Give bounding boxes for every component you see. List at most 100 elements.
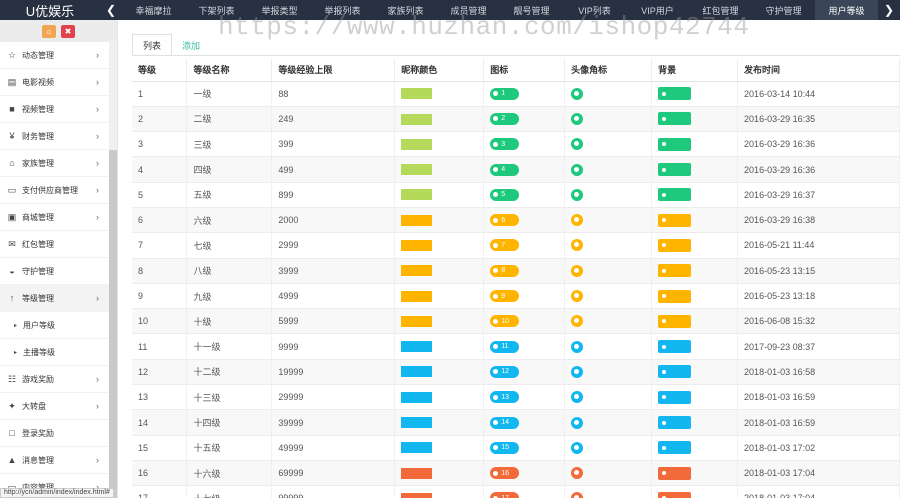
table-row[interactable]: 10 十级 5999 10 2016-06-08 15:32 (132, 308, 900, 335)
tab-add[interactable]: 添加 (172, 34, 210, 56)
sidebar-item[interactable]: ↑ 等级管理 › (0, 285, 117, 312)
sidebar-item[interactable]: ▤ 电影视频 › (0, 69, 117, 96)
table-row[interactable]: 5 五级 899 5 2016-03-29 16:37 (132, 182, 900, 208)
scrollbar-thumb[interactable] (109, 150, 117, 498)
color-swatch (401, 467, 433, 479)
chevron-right-icon: › (96, 401, 99, 411)
avatar-mark-icon (571, 239, 584, 252)
level-badge-icon: 12 (490, 365, 520, 378)
nav-item[interactable]: 下架列表 (185, 0, 248, 20)
table-row[interactable]: 13 十三级 29999 13 2018-01-03 16:59 (132, 384, 900, 411)
table-row[interactable]: 3 三级 399 3 2016-03-29 16:36 (132, 131, 900, 158)
background-badge-icon (658, 390, 692, 404)
badge-dot (493, 141, 499, 147)
caret-right-icon: ▸ (13, 322, 17, 329)
sidebar-item[interactable]: ⌂ 家族管理 › (0, 150, 117, 177)
chevron-right-icon: › (96, 50, 99, 60)
badge-dot (662, 420, 667, 425)
table-row[interactable]: 7 七级 2999 7 2016-05-21 11:44 (132, 232, 900, 259)
nav-item[interactable]: VIP用户 (626, 0, 689, 20)
column-header: 头像角标 (564, 59, 653, 82)
badge-number: 10 (501, 317, 510, 325)
cell-level: 12 (132, 359, 188, 386)
tab-list[interactable]: 列表 (132, 34, 173, 56)
badge-dot (662, 116, 667, 121)
nav-item[interactable]: 举报列表 (311, 0, 374, 20)
cell-exp: 99999 (271, 485, 396, 498)
cell-level: 11 (132, 333, 188, 360)
shield-icon: ◒ (9, 266, 15, 276)
badge-number: 15 (501, 444, 510, 452)
cell-background (651, 460, 739, 487)
table-row[interactable]: 4 四级 499 4 2016-03-29 16:36 (132, 156, 900, 183)
badge-number: 3 (501, 140, 506, 148)
sidebar-item[interactable]: ✦ 大转盘 › (0, 393, 117, 420)
yen-icon: ¥ (9, 131, 15, 141)
sidebar-item[interactable]: ▸ 用户等级 (0, 312, 117, 339)
card-icon: ▭ (7, 184, 17, 195)
cell-background (651, 81, 739, 107)
nav-item[interactable]: VIP列表 (563, 0, 626, 20)
table-row[interactable]: 9 九级 4999 9 2016-05-23 13:18 (132, 283, 900, 310)
table-row[interactable]: 1 一级 88 1 2016-03-14 10:44 (132, 81, 900, 107)
cell-name: 十六级 (186, 460, 273, 487)
sidebar-item[interactable]: ▲ 消息管理 › (0, 447, 117, 474)
sidebar-item[interactable]: ✉ 红包管理 (0, 231, 117, 258)
cell-time: 2018-01-03 16:58 (737, 359, 900, 386)
table-row[interactable]: 14 十四级 39999 14 2018-01-03 16:59 (132, 409, 900, 436)
badge-dot (493, 445, 499, 451)
nav-item[interactable]: 用户等级 (815, 0, 878, 20)
table-row[interactable]: 17十七级99999172018-01-03 17:04 (132, 485, 900, 498)
cell-nick-color (394, 460, 485, 487)
color-swatch (401, 214, 433, 226)
trash-icon[interactable]: ✖ (61, 24, 75, 38)
nav-item[interactable]: 成员管理 (437, 0, 500, 20)
nav-item[interactable]: 守护管理 (752, 0, 815, 20)
nav-prev-button[interactable]: ❮ (100, 0, 122, 20)
level-badge-icon: 1 (490, 87, 520, 100)
home-icon[interactable]: ⌂ (42, 24, 56, 38)
nav-item[interactable]: 红包管理 (689, 0, 752, 20)
nav-next-button[interactable]: ❯ (878, 0, 900, 20)
cell-icon: 17 (483, 485, 566, 498)
cell-icon: 5 (483, 182, 566, 208)
nav-item[interactable]: 靓号管理 (500, 0, 563, 20)
table-row[interactable]: 2 二级 249 2 2016-03-29 16:35 (132, 106, 900, 133)
sidebar-item[interactable]: ☆ 动态管理 › (0, 42, 117, 69)
cell-avatar-mark (564, 435, 653, 461)
cell-nick-color (394, 207, 485, 234)
table-row[interactable]: 15 十五级 49999 15 2018-01-03 17:02 (132, 435, 900, 461)
cell-name: 三级 (186, 131, 273, 158)
sidebar-item[interactable]: ▣ 商城管理 › (0, 204, 117, 231)
sidebar-item[interactable]: □ 登录奖励 (0, 420, 117, 447)
level-badge-icon: 13 (490, 391, 520, 404)
sidebar-item[interactable]: ◒ 守护管理 (0, 258, 117, 285)
badge-dot (662, 243, 667, 248)
avatar-mark-icon (571, 264, 584, 277)
badge-dot (493, 293, 499, 299)
level-badge-icon: 7 (490, 239, 520, 252)
nav-item[interactable]: 举报类型 (248, 0, 311, 20)
nav-item[interactable]: 家族列表 (374, 0, 437, 20)
cell-exp: 69999 (271, 460, 396, 487)
sidebar-item[interactable]: ■ 视频管理 › (0, 96, 117, 123)
color-swatch (401, 164, 433, 176)
level-badge-icon: 2 (490, 112, 520, 125)
chevron-right-icon: › (96, 374, 99, 384)
nav-item[interactable]: 幸福摩拉 (122, 0, 185, 20)
table-row[interactable]: 12 十二级 19999 12 2018-01-03 16:58 (132, 359, 900, 386)
sidebar-item[interactable]: ▸ 主播等级 (0, 339, 117, 366)
cell-background (651, 258, 739, 284)
table-row[interactable]: 8 八级 3999 8 2016-05-23 13:15 (132, 258, 900, 284)
cell-avatar-mark (564, 207, 653, 234)
sidebar-item[interactable]: ¥ 财务管理 › (0, 123, 117, 150)
avatar-mark-icon (571, 391, 584, 404)
cell-time: 2016-03-29 16:36 (737, 131, 900, 158)
brand-logo[interactable]: U优娱乐 (0, 0, 100, 20)
table-row[interactable]: 6 六级 2000 6 2016-03-29 16:38 (132, 207, 900, 234)
sidebar-item[interactable]: ☷ 游戏奖励 › (0, 366, 117, 393)
cell-level: 10 (132, 308, 188, 335)
table-row[interactable]: 16 十六级 69999 16 2018-01-03 17:04 (132, 460, 900, 487)
sidebar-item[interactable]: ▭ 支付供应商管理 › (0, 177, 117, 204)
table-row[interactable]: 11 十一级 9999 11 2017-09-23 08:37 (132, 333, 900, 360)
